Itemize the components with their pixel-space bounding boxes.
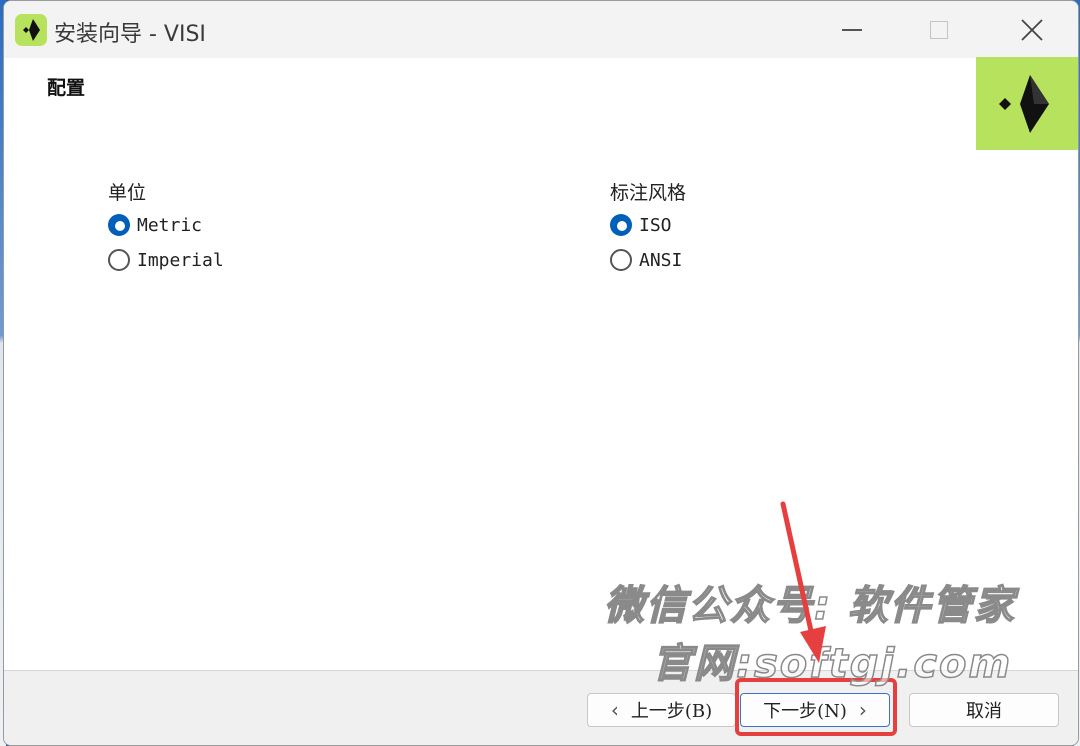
annotation-arrow — [780, 501, 826, 663]
setup-wizard-window: 安装向导 - VISI 配置 单位 Metric Imperial 标注风格 I… — [3, 0, 1079, 746]
